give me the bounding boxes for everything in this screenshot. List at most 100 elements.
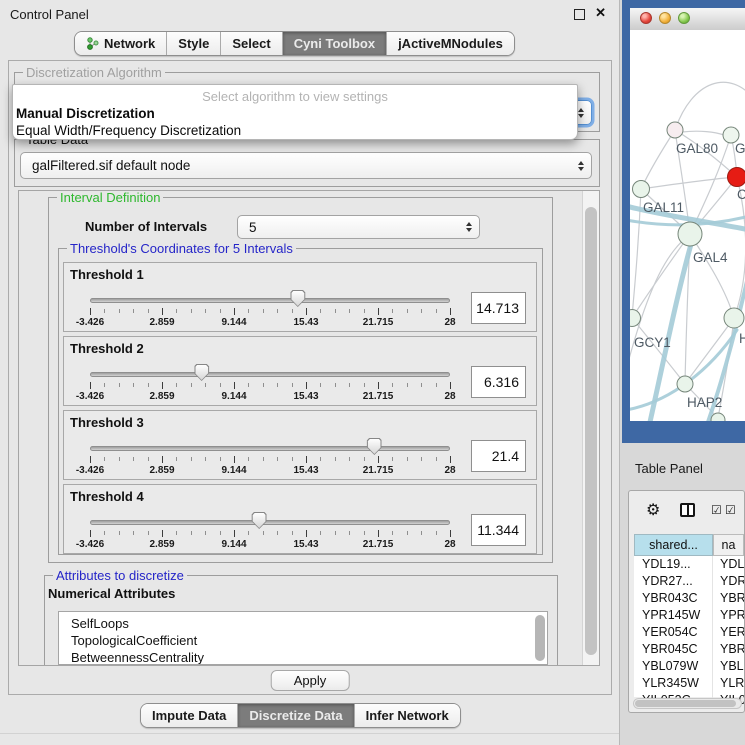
- top-tabbar: Network StyleSelectCyni ToolboxjActiveMNo…: [74, 31, 515, 56]
- tick-mark: [407, 457, 408, 461]
- tick-mark: [349, 531, 350, 535]
- columns-icon[interactable]: [680, 503, 695, 517]
- threshold-value-field[interactable]: 14.713: [471, 292, 526, 324]
- algorithm-option[interactable]: Equal Width/Frequency Discretization: [13, 122, 577, 139]
- tick-mark: [220, 531, 221, 535]
- tab-label: Network: [104, 36, 155, 51]
- tab-discretize-data[interactable]: Discretize Data: [237, 704, 353, 727]
- tab-impute-data[interactable]: Impute Data: [141, 704, 237, 727]
- network-node-label: GCY1: [634, 335, 671, 350]
- column-header[interactable]: na: [713, 534, 744, 556]
- slider-handle[interactable]: [290, 290, 305, 307]
- attribute-list-item[interactable]: TopologicalCoefficient: [59, 632, 547, 649]
- tick-mark: [292, 531, 293, 535]
- network-node[interactable]: [633, 181, 650, 198]
- tick-mark: [104, 531, 105, 535]
- divider: [0, 733, 619, 734]
- table-horizontal-scrollbar[interactable]: [633, 698, 742, 709]
- tab-select[interactable]: Select: [220, 32, 281, 55]
- network-node[interactable]: [724, 308, 744, 328]
- close-window-icon[interactable]: [640, 12, 652, 24]
- table-cell: YBL0: [713, 658, 744, 675]
- tick-mark: [364, 457, 365, 461]
- table-data-combo[interactable]: galFiltered.sif default node: [20, 152, 592, 179]
- table-row[interactable]: YER054CYER0: [634, 624, 744, 641]
- table-row[interactable]: YBR045CYBR0: [634, 641, 744, 658]
- float-window-icon[interactable]: [574, 9, 585, 20]
- network-node[interactable]: [711, 413, 725, 421]
- network-node-label: GAL4: [693, 250, 728, 265]
- threshold-slider[interactable]: -3.4262.8599.14415.4321.71528: [90, 361, 450, 405]
- network-node[interactable]: [678, 222, 702, 246]
- gear-icon[interactable]: ⚙: [646, 500, 660, 520]
- tick-mark: [407, 531, 408, 535]
- table-row[interactable]: YPR145WYPR1: [634, 607, 744, 624]
- checkbox-icon[interactable]: ☑: [711, 503, 722, 517]
- network-node[interactable]: [728, 168, 745, 187]
- threshold-label: Threshold 2: [70, 341, 144, 356]
- table-cell: YPR1: [713, 607, 744, 624]
- threshold-slider[interactable]: -3.4262.8599.14415.4321.71528: [90, 435, 450, 479]
- threshold-panel: Threshold 4 -3.4262.8599.14415.4321.7152…: [63, 484, 537, 554]
- tick-mark: [263, 457, 264, 461]
- scrollbar-thumb[interactable]: [635, 700, 736, 707]
- minimize-window-icon[interactable]: [659, 12, 671, 24]
- threshold-slider[interactable]: -3.4262.8599.14415.4321.71528: [90, 287, 450, 331]
- tick-mark: [421, 309, 422, 313]
- table-row[interactable]: YDR27...YDR2: [634, 573, 744, 590]
- table-row[interactable]: YBL079WYBL0: [634, 658, 744, 675]
- tick-mark: [364, 531, 365, 535]
- slider-track[interactable]: [90, 298, 450, 303]
- table-row[interactable]: YLR345WYLR3: [634, 675, 744, 692]
- network-node[interactable]: [667, 122, 683, 138]
- column-header[interactable]: shared...: [634, 534, 713, 556]
- attribute-list-item[interactable]: SelfLoops: [59, 615, 547, 632]
- slider-ticks: [90, 456, 450, 464]
- tick-mark: [306, 530, 307, 537]
- checkbox-icon[interactable]: ☑: [725, 503, 736, 517]
- tick-mark: [205, 531, 206, 535]
- zoom-window-icon[interactable]: [678, 12, 690, 24]
- slider-handle[interactable]: [194, 364, 209, 381]
- interval-definition-group: Interval Definition Number of Intervals …: [48, 197, 553, 563]
- tab-infer-network[interactable]: Infer Network: [354, 704, 460, 727]
- algorithm-group-label: Discretization Algorithm: [23, 65, 165, 80]
- attributes-list[interactable]: SelfLoopsTopologicalCoefficientBetweenne…: [58, 611, 548, 665]
- network-canvas[interactable]: GAL80GCGAL11GAL4GCY1HHAP2: [630, 30, 745, 421]
- network-window-titlebar: [630, 8, 745, 31]
- threshold-value-field[interactable]: 11.344: [471, 514, 526, 546]
- num-intervals-combo[interactable]: 5: [237, 215, 480, 239]
- attribute-list-item[interactable]: BetweennessCentrality: [59, 649, 547, 665]
- network-node[interactable]: [677, 376, 693, 392]
- tab-network[interactable]: Network: [75, 32, 166, 55]
- slider-track[interactable]: [90, 372, 450, 377]
- scrollbar-thumb[interactable]: [585, 207, 597, 655]
- table-row[interactable]: YDL19...YDL1: [634, 556, 744, 573]
- apply-button[interactable]: Apply: [271, 670, 350, 691]
- slider-handle[interactable]: [367, 438, 382, 455]
- attributes-group: Attributes to discretize Numerical Attri…: [44, 575, 558, 666]
- slider-handle[interactable]: [252, 512, 267, 529]
- tick-mark: [119, 309, 120, 313]
- tab-cyni-toolbox[interactable]: Cyni Toolbox: [282, 32, 386, 55]
- slider-track[interactable]: [90, 520, 450, 525]
- tick-mark: [234, 530, 235, 537]
- tick-mark: [306, 308, 307, 315]
- threshold-value-field[interactable]: 6.316: [471, 366, 526, 398]
- slider-track[interactable]: [90, 446, 450, 451]
- tab-style[interactable]: Style: [166, 32, 220, 55]
- threshold-slider[interactable]: -3.4262.8599.14415.4321.71528: [90, 509, 450, 553]
- num-intervals-value: 5: [249, 220, 257, 235]
- threshold-value-field[interactable]: 21.4: [471, 440, 526, 472]
- tick-mark: [436, 383, 437, 387]
- cyni-toolbox-content: Discretization Algorithm Select algorith…: [8, 60, 612, 695]
- table-cell: YDL1: [713, 556, 744, 573]
- settings-vertical-scrollbar[interactable]: [582, 191, 599, 665]
- node-table: shared...na YDL19...YDL1YDR27...YDR2YBR0…: [634, 534, 744, 697]
- close-icon[interactable]: ✕: [595, 5, 606, 21]
- algorithm-option[interactable]: Manual Discretization: [13, 105, 577, 122]
- table-row[interactable]: YBR043CYBR0: [634, 590, 744, 607]
- tab-jactivemnodules[interactable]: jActiveMNodules: [386, 32, 514, 55]
- tick-mark: [176, 531, 177, 535]
- attributes-list-scrollbar[interactable]: [535, 614, 545, 662]
